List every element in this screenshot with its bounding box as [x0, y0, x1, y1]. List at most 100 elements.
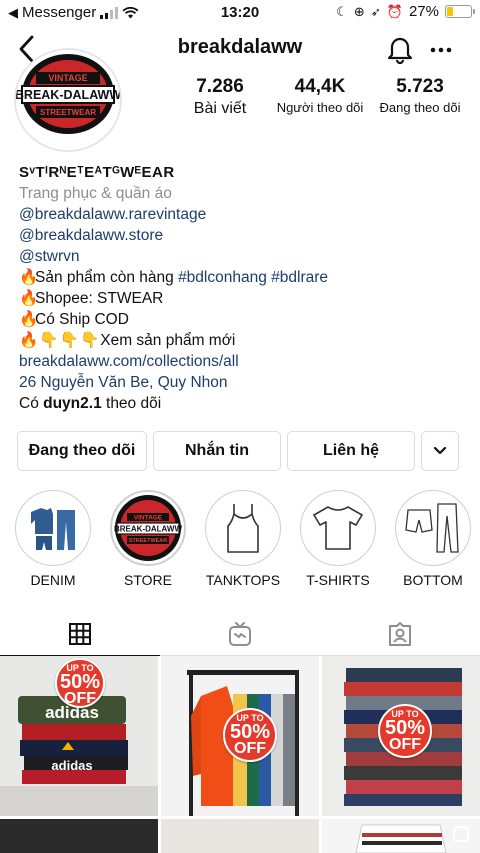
location-icon: ➶: [370, 4, 381, 19]
post-thumbnail[interactable]: UP TO 50% OFF: [161, 656, 319, 816]
more-horizontal-icon[interactable]: [428, 40, 454, 60]
sale-badge: UP TO 50% OFF: [223, 708, 277, 762]
contact-button[interactable]: Liên hệ: [287, 431, 415, 471]
bio-line-newproducts-text: Xem sản phẩm mới: [100, 332, 236, 349]
lock-rotation-icon: ⊕: [353, 3, 365, 19]
stat-followers-label: Người theo dõi: [276, 100, 364, 115]
fire-icon: 🔥: [19, 332, 39, 349]
story-highlights: DENIM VINTAGE BREAK-DALAWW STREETWEAR ST…: [0, 490, 480, 590]
stat-following-value: 5.723: [396, 76, 444, 97]
store-top-text: VINTAGE: [134, 515, 163, 522]
tanktop-icon: [227, 504, 259, 553]
battery-percent: 27%: [408, 3, 439, 20]
bio-line-ship: 🔥Có Ship COD: [19, 309, 469, 330]
tab-grid[interactable]: [0, 612, 160, 656]
sale-badge-off: OFF: [389, 736, 421, 753]
mention-store[interactable]: @breakdalaww.store: [19, 225, 469, 246]
store-middle-text: BREAK-DALAWW: [114, 525, 182, 534]
avatar-middle-text: BREAK-DALAWW: [16, 88, 120, 102]
sale-badge-percent: 50%: [384, 717, 426, 739]
profile-bio: SᵛTᴵRᴺEᵀEᴬTᴳWᴱEAR Trang phục & quần áo @…: [19, 162, 469, 414]
sale-badge-percent: 50%: [59, 671, 101, 693]
fire-icon: 🔥: [19, 290, 39, 307]
hashtag-bdlconhang[interactable]: #bdlconhang: [178, 269, 267, 286]
post-thumbnail[interactable]: adidas adidas UP TO 50% OFF: [0, 656, 158, 816]
pointing-down-icon: 👇: [39, 332, 59, 349]
profile-category: Trang phục & quần áo: [19, 185, 172, 202]
sale-badge: UP TO 50% OFF: [55, 658, 105, 708]
avatar[interactable]: VINTAGE BREAK-DALAWW STREETWEAR: [14, 48, 122, 152]
bio-line-instock-text: Sản phẩm còn hàng: [35, 269, 179, 286]
igtv-icon: [229, 622, 251, 646]
highlight-bottom[interactable]: BOTTOM: [388, 490, 478, 588]
sale-badge-off: OFF: [234, 740, 266, 757]
post-thumbnail[interactable]: [161, 819, 319, 853]
tagged-person-icon: [389, 622, 411, 646]
tab-tagged[interactable]: [320, 612, 480, 656]
post-thumbnail[interactable]: [0, 819, 158, 853]
highlight-denim[interactable]: DENIM: [8, 490, 98, 588]
stat-followers[interactable]: 44,4K Người theo dõi: [270, 76, 370, 118]
highlight-tshirts[interactable]: T-SHIRTS: [293, 490, 383, 588]
highlight-tanktops-label: TANKTOPS: [205, 572, 281, 588]
suggested-dropdown-button[interactable]: [421, 431, 459, 471]
display-name: SᵛTᴵRᴺEᵀEᴬTᴳWᴱEAR: [19, 164, 175, 181]
sale-badge-off: OFF: [64, 690, 96, 707]
message-button[interactable]: Nhắn tin: [153, 431, 281, 471]
bio-line-ship-text: Có Ship COD: [35, 311, 129, 328]
mention-stwrvn[interactable]: @stwrvn: [19, 246, 469, 267]
tab-igtv[interactable]: [160, 612, 320, 656]
followed-by-suffix: theo dõi: [101, 395, 162, 412]
followed-by-user: duyn2.1: [43, 395, 102, 412]
bio-line-newproducts: 🔥 👇 👇 👇 Xem sản phẩm mới: [19, 330, 469, 351]
avatar-top-text: VINTAGE: [48, 73, 87, 83]
highlight-denim-label: DENIM: [30, 572, 76, 588]
website-link[interactable]: breakdalaww.com/collections/all: [19, 351, 469, 372]
post-thumbnail[interactable]: UP TO 50% OFF: [322, 656, 480, 816]
hashtag-bdlrare[interactable]: #bdlrare: [271, 269, 328, 286]
mention-rarevintage[interactable]: @breakdalaww.rarevintage: [19, 204, 469, 225]
followed-by-prefix: Có: [19, 395, 44, 412]
chevron-down-icon: [433, 446, 447, 455]
profile-actions: Đang theo dõi Nhắn tin Liên hệ: [17, 431, 463, 471]
profile-stats: 7.286 Bài viết 44,4K Người theo dõi 5.72…: [170, 76, 470, 118]
profile-tabs: [0, 612, 480, 656]
highlight-tanktops[interactable]: TANKTOPS: [198, 490, 288, 588]
store-logo-icon: VINTAGE BREAK-DALAWW STREETWEAR: [16, 50, 120, 150]
followed-by[interactable]: Có duyn2.1 theo dõi: [19, 393, 469, 414]
post-brand-text-2: adidas: [51, 758, 92, 773]
moon-icon: ☾: [336, 3, 348, 19]
stat-followers-value: 44,4K: [294, 76, 346, 97]
pointing-down-icon: 👇: [79, 332, 100, 349]
stat-following[interactable]: 5.723 Đang theo dõi: [370, 76, 470, 118]
highlight-bottom-label: BOTTOM: [403, 572, 463, 588]
post-image: [355, 824, 469, 853]
bottom-icon: [405, 503, 459, 553]
post-thumbnail[interactable]: [322, 819, 480, 853]
fire-icon: 🔥: [19, 269, 39, 286]
bell-icon[interactable]: [386, 34, 414, 64]
stat-posts[interactable]: 7.286 Bài viết: [170, 76, 270, 118]
stat-posts-value: 7.286: [196, 76, 244, 97]
bio-line-shopee: 🔥Shopee: STWEAR: [19, 288, 469, 309]
store-logo-icon: VINTAGE BREAK-DALAWW STREETWEAR: [114, 495, 182, 561]
alarm-icon: ⏰: [386, 3, 403, 19]
status-bar: ◀ Messenger 13:20 ☾ ⊕ ➶ ⏰ 27%: [0, 0, 480, 26]
grid-icon: [69, 622, 91, 645]
tshirt-icon: [313, 506, 363, 550]
fire-icon: 🔥: [19, 311, 39, 328]
address-link[interactable]: 26 Nguyễn Văn Be, Quy Nhon: [19, 372, 469, 393]
sale-badge: UP TO 50% OFF: [378, 704, 432, 758]
bio-line-instock: 🔥Sản phẩm còn hàng #bdlconhang #bdlrare: [19, 267, 469, 288]
pointing-down-icon: 👇: [59, 332, 79, 349]
posts-grid: adidas adidas UP TO 50% OFF UP TO 50% OF…: [0, 656, 480, 853]
following-button[interactable]: Đang theo dõi: [17, 431, 147, 471]
denim-icon: [31, 508, 75, 550]
stat-posts-label: Bài viết: [193, 100, 247, 117]
bio-line-shopee-text: Shopee: STWEAR: [35, 290, 164, 307]
highlight-store[interactable]: VINTAGE BREAK-DALAWW STREETWEAR STORE: [103, 490, 193, 588]
highlight-tshirts-label: T-SHIRTS: [306, 572, 370, 588]
stat-following-label: Đang theo dõi: [379, 100, 461, 115]
highlight-store-label: STORE: [124, 572, 172, 588]
store-bottom-text: STREETWEAR: [129, 538, 168, 544]
